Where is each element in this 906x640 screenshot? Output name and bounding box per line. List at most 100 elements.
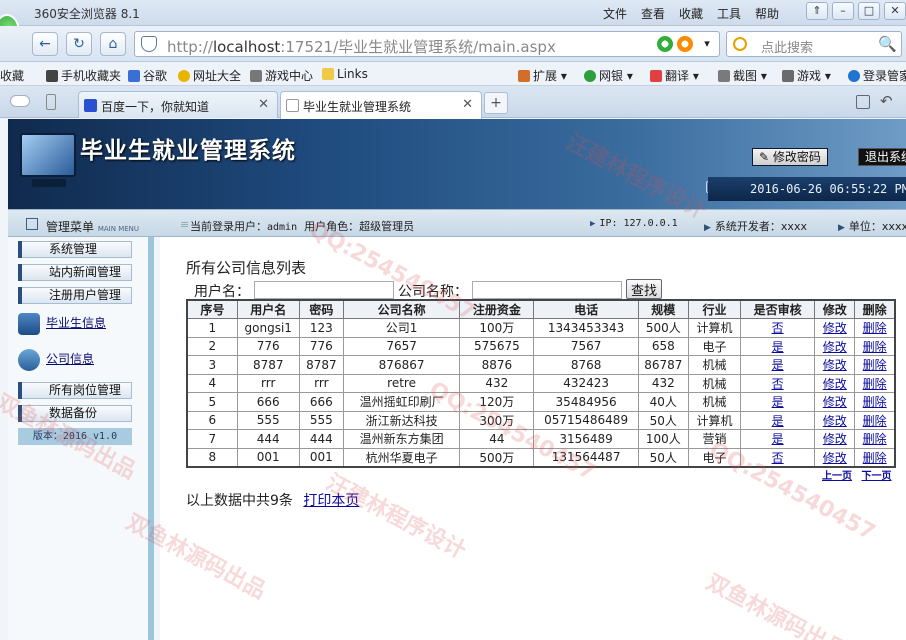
chevron-down-icon[interactable]: ▾ [699, 36, 715, 52]
print-link[interactable]: 打印本页 [303, 493, 359, 509]
cell-phone: 7567 [533, 336, 639, 356]
cell-scale: 658 [637, 336, 689, 356]
sidebar-item-news[interactable]: 站内新闻管理 [18, 264, 132, 281]
phone-icon[interactable] [46, 94, 56, 110]
cell-approved[interactable]: 是 [740, 355, 816, 375]
fav-extensions[interactable]: 扩展 ▾ [518, 67, 567, 84]
cell-username: 555 [236, 410, 300, 430]
sidebar-section-graduates[interactable]: 毕业生信息 [18, 313, 106, 335]
menu-view[interactable]: 查看 [634, 5, 672, 22]
logout-button[interactable]: 退出系统 [858, 148, 906, 166]
minimize-icon[interactable]: – [832, 2, 854, 20]
maximize-icon[interactable]: □ [858, 2, 880, 20]
cell-delete[interactable]: 删除 [854, 429, 896, 449]
fav-login-manager[interactable]: 登录管家 [848, 67, 906, 84]
version-label: 版本：2016 v1.0 [18, 428, 132, 445]
fav-bank[interactable]: 网银 ▾ [584, 67, 633, 84]
cell-delete[interactable]: 删除 [854, 355, 896, 375]
pin-icon[interactable]: ⇑ [806, 2, 828, 20]
fav-bookmarks[interactable]: 收藏 [0, 67, 24, 84]
cell-scale: 500人 [637, 318, 689, 338]
sidebar-section-companies[interactable]: 公司信息 [18, 349, 94, 371]
fav-game[interactable]: 游戏 ▾ [782, 67, 831, 84]
undo-icon[interactable]: ↶ [880, 92, 893, 110]
cell-edit[interactable]: 修改 [814, 392, 856, 412]
menu-tools[interactable]: 工具 [710, 5, 748, 22]
cell-approved[interactable]: 否 [740, 318, 816, 338]
menu-help[interactable]: 帮助 [748, 5, 786, 22]
cell-edit[interactable]: 修改 [814, 336, 856, 356]
cell-delete[interactable]: 删除 [854, 447, 896, 467]
cell-delete[interactable]: 删除 [854, 318, 896, 338]
cell-password: 123 [298, 318, 344, 338]
menu-file[interactable]: 文件 [596, 5, 634, 22]
list-title: 所有公司信息列表 [186, 259, 307, 277]
cell-delete[interactable]: 删除 [854, 410, 896, 430]
menu-title: 管理菜单 MAIN MENU [46, 220, 140, 234]
home-icon[interactable]: ⌂ [100, 32, 126, 56]
sidebar-item-users[interactable]: 注册用户管理 [18, 287, 132, 304]
cell-index: 4 [186, 373, 238, 393]
sidebar-item-positions[interactable]: 所有岗位管理 [18, 382, 132, 399]
tab-baidu[interactable]: 百度一下，你就知道 ✕ [78, 91, 278, 118]
tab-graduate-system[interactable]: 毕业生就业管理系统 ✕ [280, 91, 482, 119]
arrow-right-icon: ▶ [704, 223, 711, 233]
menu-toggle-icon[interactable]: ≡ [180, 218, 189, 231]
fav-games[interactable]: 游戏中心 [250, 67, 313, 84]
query-button[interactable]: 查找 [626, 279, 662, 299]
search-icon[interactable]: 🔍 [878, 35, 897, 53]
ie-mode-icon[interactable] [677, 36, 693, 52]
fav-translate[interactable]: 翻译 ▾ [650, 67, 699, 84]
fav-mobile[interactable]: 手机收藏夹 [46, 67, 121, 84]
address-url[interactable]: http://localhost:17521/毕业生就业管理系统/main.as… [167, 36, 556, 57]
username-input[interactable] [254, 281, 394, 299]
shield-icon [141, 36, 157, 52]
cell-approved[interactable]: 否 [740, 447, 816, 467]
search-box[interactable]: 点此搜索 🔍 [726, 31, 902, 57]
close-tab-icon[interactable]: ✕ [258, 97, 269, 112]
cell-edit[interactable]: 修改 [814, 373, 856, 393]
search-placeholder[interactable]: 点此搜索 [761, 37, 813, 56]
content-area: 所有公司信息列表 用户名： 公司名称： 查找 序号 用户名 密码 公司名称 注册… [160, 237, 906, 640]
cell-approved[interactable]: 是 [740, 392, 816, 412]
speed-mode-icon[interactable] [657, 36, 673, 52]
close-window-icon[interactable]: ✕ [884, 2, 906, 20]
menu-favorites[interactable]: 收藏 [672, 5, 710, 22]
address-bar[interactable]: http://localhost:17521/毕业生就业管理系统/main.as… [134, 31, 720, 57]
current-user-info: 当前登录用户：admin 用户角色：超级管理员 [190, 220, 415, 233]
system-banner: 毕业生就业管理系统 ✎ 修改密码 退出系统 2016-06-26 06:55:2… [8, 119, 906, 209]
fav-links[interactable]: Links [322, 67, 368, 81]
change-password-button[interactable]: ✎ 修改密码 [752, 148, 828, 166]
cell-delete[interactable]: 删除 [854, 373, 896, 393]
sidebar-item-system[interactable]: 系统管理 [18, 241, 132, 258]
close-tab-icon[interactable]: ✕ [462, 97, 473, 112]
cell-edit[interactable]: 修改 [814, 429, 856, 449]
tab-list-icon[interactable] [856, 95, 870, 109]
cell-approved[interactable]: 是 [740, 429, 816, 449]
cell-approved[interactable]: 是 [740, 410, 816, 430]
cell-delete[interactable]: 删除 [854, 392, 896, 412]
new-tab-button[interactable]: + [484, 92, 508, 114]
cell-edit[interactable]: 修改 [814, 410, 856, 430]
cell-edit[interactable]: 修改 [814, 355, 856, 375]
next-page-link[interactable]: 下一页 [861, 471, 891, 482]
filter-bar: 用户名： 公司名称： 查找 [194, 279, 662, 301]
cell-edit[interactable]: 修改 [814, 318, 856, 338]
fav-google[interactable]: 谷歌 [128, 67, 167, 84]
cell-username: 001 [236, 447, 300, 467]
table-row: 6 555 555 浙江新达科技 300万 05715486489 50人 计算机是修改 删除 [186, 410, 896, 430]
cell-approved[interactable]: 是 [740, 336, 816, 356]
sidebar-item-backup[interactable]: 数据备份 [18, 405, 132, 422]
back-icon[interactable]: ← [32, 32, 58, 56]
refresh-icon[interactable]: ↻ [66, 32, 92, 56]
cell-phone: 05715486489 [533, 410, 639, 430]
cloud-icon[interactable] [10, 95, 30, 107]
cell-approved[interactable]: 否 [740, 373, 816, 393]
company-name-input[interactable] [472, 281, 622, 299]
fav-sites[interactable]: 网址大全 [178, 67, 241, 84]
cell-delete[interactable]: 删除 [854, 336, 896, 356]
cell-edit[interactable]: 修改 [814, 447, 856, 467]
fav-screenshot[interactable]: 截图 ▾ [718, 67, 767, 84]
cell-industry: 营销 [687, 429, 742, 449]
prev-page-link[interactable]: 上一页 [822, 471, 852, 482]
